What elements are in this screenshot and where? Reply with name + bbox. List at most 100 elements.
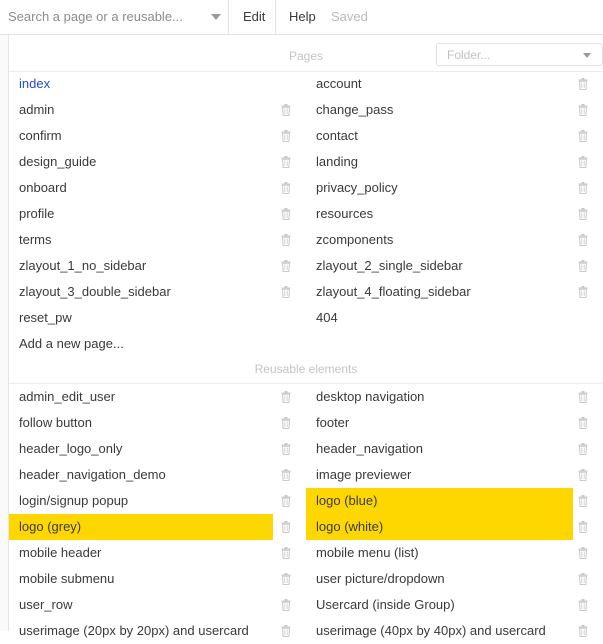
reusable-list-item[interactable]: mobile header <box>9 540 291 566</box>
reusable-list-item[interactable]: mobile submenu <box>9 566 291 592</box>
reusable-list-item[interactable]: desktop navigation <box>306 384 588 410</box>
trash-icon[interactable] <box>578 520 588 533</box>
reusable-list-item[interactable]: Usercard (inside Group) <box>306 592 588 618</box>
trash-icon[interactable] <box>578 624 588 637</box>
trash-icon[interactable] <box>578 103 588 116</box>
trash-icon[interactable] <box>281 598 291 611</box>
page-list-item[interactable]: account <box>306 71 588 97</box>
reusable-list-item[interactable]: footer <box>306 410 588 436</box>
page-list-item[interactable]: zlayout_3_double_sidebar <box>9 279 291 305</box>
item-label: change_pass <box>316 102 394 117</box>
help-menu[interactable]: Help <box>289 9 316 24</box>
trash-icon[interactable] <box>578 416 588 429</box>
trash-icon[interactable] <box>281 259 291 272</box>
chevron-down-icon[interactable] <box>583 53 591 58</box>
reusable-list-item[interactable]: follow button <box>9 410 291 436</box>
item-label: privacy_policy <box>316 180 398 195</box>
top-toolbar: Search a page or a reusable... Edit Help… <box>0 0 603 35</box>
reusable-list-item[interactable]: image previewer <box>306 462 588 488</box>
reusable-list-item[interactable]: admin_edit_user <box>9 384 291 410</box>
trash-icon[interactable] <box>281 546 291 559</box>
item-label: index <box>19 76 51 91</box>
reusable-list-item[interactable]: header_navigation_demo <box>9 462 291 488</box>
item-label: onboard <box>19 180 67 195</box>
trash-icon[interactable] <box>281 233 291 246</box>
reusable-list-item[interactable]: logo (white) <box>306 514 588 540</box>
page-list-item[interactable]: 404 <box>306 305 573 331</box>
item-label: logo (blue) <box>316 493 378 508</box>
trash-icon[interactable] <box>281 207 291 220</box>
trash-icon[interactable] <box>578 207 588 220</box>
page-list-item[interactable]: confirm <box>9 123 291 149</box>
item-label: resources <box>316 206 374 221</box>
trash-icon[interactable] <box>578 233 588 246</box>
trash-icon[interactable] <box>578 390 588 403</box>
reusable-list-item[interactable]: header_logo_only <box>9 436 291 462</box>
trash-icon[interactable] <box>578 77 588 90</box>
trash-icon[interactable] <box>578 285 588 298</box>
trash-icon[interactable] <box>578 494 588 507</box>
reusable-list-item[interactable]: userimage (20px by 20px) and usercard <box>9 618 291 644</box>
page-list-item[interactable]: terms <box>9 227 291 253</box>
trash-icon[interactable] <box>281 494 291 507</box>
page-list-item[interactable]: zcomponents <box>306 227 588 253</box>
reusable-list-item[interactable]: login/signup popup <box>9 488 291 514</box>
reusable-list-item[interactable]: mobile menu (list) <box>306 540 588 566</box>
page-list-item[interactable]: index <box>9 71 273 97</box>
trash-icon[interactable] <box>281 285 291 298</box>
reusable-list-item[interactable]: user_row <box>9 592 291 618</box>
trash-icon[interactable] <box>281 520 291 533</box>
trash-icon[interactable] <box>281 624 291 637</box>
chevron-down-icon[interactable] <box>211 14 221 20</box>
item-label: follow button <box>19 415 92 430</box>
trash-icon[interactable] <box>578 129 588 142</box>
reusable-list-item[interactable]: logo (blue) <box>306 488 588 514</box>
trash-icon[interactable] <box>578 546 588 559</box>
page-list-item[interactable]: reset_pw <box>9 305 273 331</box>
page-list-item[interactable]: admin <box>9 97 291 123</box>
trash-icon[interactable] <box>578 442 588 455</box>
page-list-item[interactable]: design_guide <box>9 149 291 175</box>
edit-menu[interactable]: Edit <box>243 9 265 24</box>
trash-icon[interactable] <box>578 155 588 168</box>
trash-icon[interactable] <box>281 390 291 403</box>
trash-icon[interactable] <box>281 181 291 194</box>
page-list-item[interactable]: zlayout_2_single_sidebar <box>306 253 588 279</box>
trash-icon[interactable] <box>281 129 291 142</box>
trash-icon[interactable] <box>578 259 588 272</box>
trash-icon[interactable] <box>281 416 291 429</box>
page-list-item[interactable]: privacy_policy <box>306 175 588 201</box>
trash-icon[interactable] <box>578 468 588 481</box>
item-label: zlayout_4_floating_sidebar <box>316 284 471 299</box>
editor-background-strip <box>0 35 8 631</box>
item-label: account <box>316 76 362 91</box>
page-list-item[interactable]: landing <box>306 149 588 175</box>
item-label: zlayout_2_single_sidebar <box>316 258 463 273</box>
reusable-list-item[interactable]: logo (grey) <box>9 514 291 540</box>
trash-icon[interactable] <box>281 155 291 168</box>
page-list-item[interactable]: profile <box>9 201 291 227</box>
trash-icon[interactable] <box>578 598 588 611</box>
page-search-dropdown[interactable]: Search a page or a reusable... <box>0 0 229 35</box>
page-list-item[interactable]: zlayout_1_no_sidebar <box>9 253 291 279</box>
item-label: header_navigation <box>316 441 423 456</box>
page-list-item[interactable]: zlayout_4_floating_sidebar <box>306 279 588 305</box>
trash-icon[interactable] <box>578 572 588 585</box>
trash-icon[interactable] <box>281 103 291 116</box>
reusable-list-item[interactable]: header_navigation <box>306 436 588 462</box>
folder-select[interactable]: Folder... <box>436 43 603 66</box>
item-label: image previewer <box>316 467 412 482</box>
page-list-item[interactable]: resources <box>306 201 588 227</box>
reusable-list-item[interactable]: userimage (40px by 40px) and usercard <box>306 618 588 644</box>
trash-icon[interactable] <box>281 468 291 481</box>
trash-icon[interactable] <box>281 572 291 585</box>
item-label: mobile submenu <box>19 571 115 586</box>
add-new-page-link[interactable]: Add a new page... <box>19 336 124 351</box>
page-list-item[interactable]: onboard <box>9 175 291 201</box>
reusable-list-item[interactable]: user picture/dropdown <box>306 566 588 592</box>
page-list-item[interactable]: contact <box>306 123 588 149</box>
page-list-item[interactable]: change_pass <box>306 97 588 123</box>
item-label: user_row <box>19 597 73 612</box>
trash-icon[interactable] <box>578 181 588 194</box>
trash-icon[interactable] <box>281 442 291 455</box>
